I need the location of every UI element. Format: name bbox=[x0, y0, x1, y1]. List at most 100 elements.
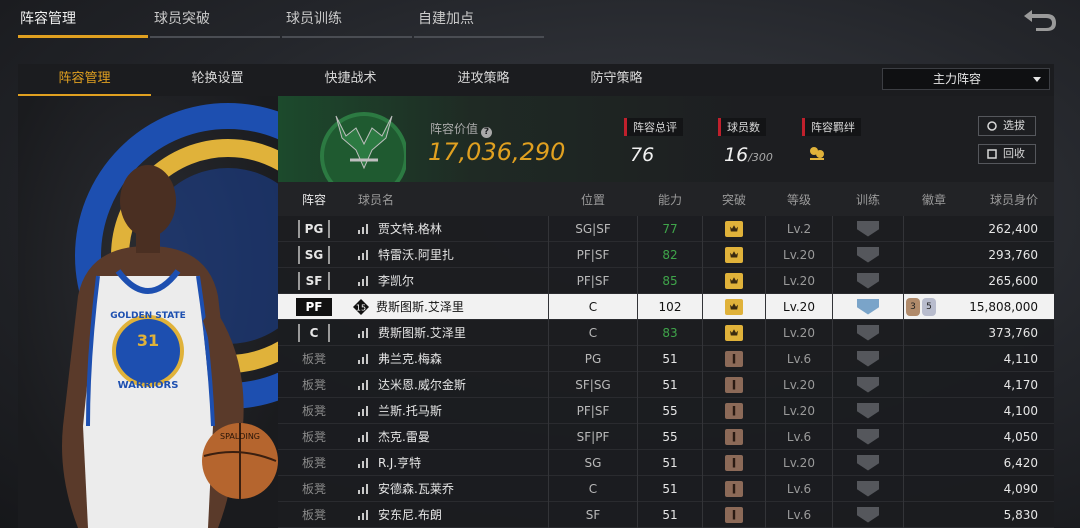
table-row[interactable]: 板凳 弗兰克.梅森 PG 51 Lv.6 4,110 bbox=[278, 345, 1054, 372]
player-value: 15,808,000 bbox=[969, 299, 1038, 314]
training-cell[interactable] bbox=[832, 267, 904, 294]
table-row[interactable]: 板凳 达米恩.威尔金斯 SF|SG 51 Lv.20 4,170 bbox=[278, 371, 1054, 398]
subtab-lineup-management[interactable]: 阵容管理 bbox=[18, 64, 151, 96]
player-name-cell: 15 费斯图斯.艾泽里 bbox=[350, 298, 548, 316]
help-icon[interactable]: ? bbox=[481, 127, 493, 138]
player-value: 4,100 bbox=[1003, 403, 1038, 418]
crown-icon bbox=[725, 220, 743, 237]
breakthrough-cell[interactable] bbox=[702, 215, 766, 242]
lineup-value: 17,036,290 bbox=[428, 138, 566, 166]
signal-icon bbox=[358, 483, 370, 494]
roster-table: 阵容 球员名 位置 能力 突破 等级 训练 徽章 球员身价 PG 贾文特.格林 SG… bbox=[278, 182, 1054, 528]
table-body: PG 贾文特.格林 SG|SF 77 Lv.2 262,400 SG 特雷沃.阿里扎 PF|SF… bbox=[278, 215, 1054, 528]
training-cell[interactable] bbox=[832, 345, 904, 372]
player-level: Lv.20 bbox=[783, 299, 815, 314]
slot-cell: 板凳 bbox=[278, 506, 350, 523]
recycle-button[interactable]: 回收 bbox=[978, 144, 1036, 164]
subtab-quick-tactics[interactable]: 快捷战术 bbox=[284, 64, 417, 96]
tab-lineup-management[interactable]: 阵容管理 bbox=[18, 0, 148, 38]
breakthrough-cell[interactable] bbox=[702, 423, 766, 450]
player-position: PF|SF bbox=[548, 267, 638, 294]
breakthrough-cell[interactable] bbox=[702, 449, 766, 476]
player-value: 265,600 bbox=[988, 273, 1038, 288]
breakthrough-cell[interactable] bbox=[702, 475, 766, 502]
training-cell[interactable] bbox=[832, 397, 904, 424]
player-name-cell: 达米恩.威尔金斯 bbox=[350, 376, 548, 393]
player-value: 4,170 bbox=[1003, 377, 1038, 392]
breakthrough-cell[interactable] bbox=[702, 501, 766, 528]
breakthrough-cell[interactable] bbox=[702, 397, 766, 424]
breakthrough-cell[interactable] bbox=[702, 293, 766, 320]
subtab-offense-strategy[interactable]: 进攻策略 bbox=[417, 64, 550, 96]
table-row[interactable]: SF 李凯尔 PF|SF 85 Lv.20 265,600 bbox=[278, 267, 1054, 294]
signal-icon bbox=[358, 405, 370, 416]
player-name: 杰克.雷曼 bbox=[378, 430, 430, 444]
table-row[interactable]: 板凳 杰克.雷曼 SF|PF 55 Lv.6 4,050 bbox=[278, 423, 1054, 450]
table-row[interactable]: 板凳 R.J.亨特 SG 51 Lv.20 6,420 bbox=[278, 449, 1054, 476]
table-row[interactable]: PG 贾文特.格林 SG|SF 77 Lv.2 262,400 bbox=[278, 215, 1054, 242]
badges-cell[interactable]: 35 bbox=[904, 297, 964, 316]
back-arrow-icon[interactable] bbox=[1022, 6, 1058, 32]
col-value: 球员身价 bbox=[989, 192, 1038, 207]
player-name: 费斯图斯.艾泽里 bbox=[378, 326, 466, 340]
lineup-bond-label: 阵容羁绊 bbox=[802, 118, 861, 136]
slot-tag: SF bbox=[298, 271, 330, 290]
training-cell[interactable] bbox=[832, 371, 904, 398]
signal-icon bbox=[358, 353, 370, 364]
breakthrough-cell[interactable] bbox=[702, 319, 766, 346]
signal-icon bbox=[358, 431, 370, 442]
table-row[interactable]: SG 特雷沃.阿里扎 PF|SF 82 Lv.20 293,760 bbox=[278, 241, 1054, 268]
player-position: C bbox=[548, 293, 638, 320]
col-breakthrough: 突破 bbox=[721, 192, 746, 207]
training-cell[interactable] bbox=[832, 449, 904, 476]
training-shield-icon bbox=[857, 402, 879, 419]
training-shield-icon bbox=[857, 350, 879, 367]
player-level: Lv.6 bbox=[786, 507, 812, 522]
player-level: Lv.6 bbox=[786, 429, 812, 444]
breakthrough-cell[interactable] bbox=[702, 267, 766, 294]
breakthrough-cell[interactable] bbox=[702, 345, 766, 372]
player-position: SF|PF bbox=[548, 423, 638, 450]
signal-icon bbox=[358, 327, 370, 338]
player-ability: 82 bbox=[662, 247, 678, 262]
player-value: 4,090 bbox=[1003, 481, 1038, 496]
training-cell[interactable] bbox=[832, 319, 904, 346]
tab-player-training[interactable]: 球员训练 bbox=[282, 0, 412, 38]
slot-cell: 板凳 bbox=[278, 428, 350, 445]
player-name-cell: 弗兰克.梅森 bbox=[350, 350, 548, 367]
bond-icon[interactable] bbox=[802, 144, 861, 166]
training-cell[interactable] bbox=[832, 241, 904, 268]
training-cell[interactable] bbox=[832, 215, 904, 242]
table-row[interactable]: 板凳 安德森.瓦莱乔 C 51 Lv.6 4,090 bbox=[278, 475, 1054, 502]
training-cell[interactable] bbox=[832, 423, 904, 450]
player-count-max: /300 bbox=[748, 151, 773, 164]
training-cell[interactable] bbox=[832, 475, 904, 502]
subtab-rotation-settings[interactable]: 轮换设置 bbox=[151, 64, 284, 96]
player-name-cell: 安东尼.布朗 bbox=[350, 506, 548, 523]
lineup-rating-label: 阵容总评 bbox=[624, 118, 683, 136]
lineup-select-value: 主力阵容 bbox=[933, 72, 982, 86]
training-cell[interactable] bbox=[832, 293, 904, 320]
subtab-defense-strategy[interactable]: 防守策略 bbox=[550, 64, 683, 96]
col-position: 位置 bbox=[580, 192, 605, 207]
player-name: 兰斯.托马斯 bbox=[378, 404, 442, 418]
signal-icon bbox=[358, 223, 370, 234]
draft-button[interactable]: 选拔 bbox=[978, 116, 1036, 136]
lineup-select[interactable]: 主力阵容 bbox=[882, 68, 1050, 90]
crown-icon bbox=[725, 298, 743, 315]
table-row[interactable]: C 费斯图斯.艾泽里 C 83 Lv.20 373,760 bbox=[278, 319, 1054, 346]
signal-icon bbox=[358, 379, 370, 390]
table-row[interactable]: 板凳 安东尼.布朗 SF 51 Lv.6 5,830 bbox=[278, 501, 1054, 528]
training-shield-icon bbox=[857, 220, 879, 237]
breakthrough-cell[interactable] bbox=[702, 371, 766, 398]
breakthrough-cell[interactable] bbox=[702, 241, 766, 268]
table-row[interactable]: 板凳 兰斯.托马斯 PF|SF 55 Lv.20 4,100 bbox=[278, 397, 1054, 424]
table-row[interactable]: PF 15 费斯图斯.艾泽里 C 102 Lv.20 3 5 15,808,000 bbox=[278, 293, 1054, 320]
player-count-current: 16 bbox=[724, 144, 749, 166]
training-cell[interactable] bbox=[832, 501, 904, 528]
tab-player-breakthrough[interactable]: 球员突破 bbox=[150, 0, 280, 38]
jersey-number: 31 bbox=[137, 331, 159, 350]
tab-custom-points[interactable]: 自建加点 bbox=[414, 0, 544, 38]
crown-icon bbox=[725, 272, 743, 289]
chevron-down-icon bbox=[1033, 77, 1041, 82]
